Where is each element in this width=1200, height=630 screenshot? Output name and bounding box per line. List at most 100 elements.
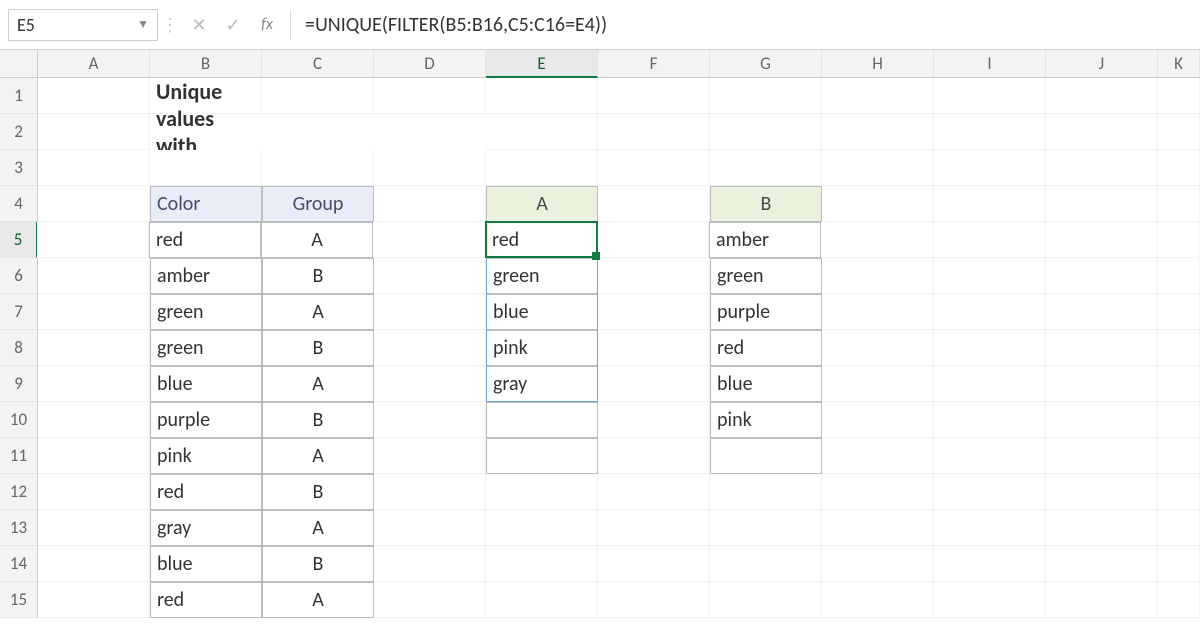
table-row[interactable]: A	[262, 366, 374, 402]
cell[interactable]	[1158, 114, 1200, 150]
cell[interactable]	[38, 546, 150, 582]
cell[interactable]	[934, 114, 1046, 150]
row-header[interactable]: 1	[0, 78, 38, 114]
cell[interactable]	[822, 366, 934, 402]
cell[interactable]	[1158, 438, 1200, 474]
table-row[interactable]	[486, 438, 598, 474]
col-header-e[interactable]: E	[486, 50, 598, 78]
cell[interactable]	[822, 546, 934, 582]
cell[interactable]	[822, 402, 934, 438]
cell[interactable]	[1158, 582, 1200, 618]
cell[interactable]	[262, 114, 374, 150]
table-row[interactable]: red	[485, 222, 597, 258]
cell[interactable]	[934, 438, 1046, 474]
cell[interactable]	[374, 402, 486, 438]
table-header-group[interactable]: Group	[262, 186, 374, 222]
cell[interactable]	[1046, 510, 1158, 546]
cell[interactable]	[374, 294, 486, 330]
table-row[interactable]: green	[710, 258, 822, 294]
cell[interactable]	[598, 366, 710, 402]
cell[interactable]	[38, 438, 150, 474]
cell[interactable]	[710, 510, 822, 546]
cell[interactable]	[38, 510, 150, 546]
cell[interactable]	[1046, 186, 1158, 222]
table-row[interactable]: B	[262, 330, 374, 366]
cell[interactable]	[1046, 474, 1158, 510]
row-header[interactable]: 13	[0, 510, 38, 546]
cell[interactable]	[934, 150, 1046, 186]
table-row[interactable]: B	[262, 546, 374, 582]
table-row[interactable]: A	[262, 438, 374, 474]
table-row[interactable]: red	[149, 222, 261, 258]
cell[interactable]	[934, 474, 1046, 510]
cell[interactable]	[822, 438, 934, 474]
table-row[interactable]: A	[262, 510, 374, 546]
cell[interactable]	[934, 186, 1046, 222]
cell[interactable]	[38, 330, 150, 366]
cell[interactable]	[486, 510, 598, 546]
cell[interactable]	[374, 114, 486, 150]
cell[interactable]	[598, 330, 710, 366]
cell[interactable]	[38, 474, 150, 510]
cell[interactable]	[38, 258, 150, 294]
cell[interactable]	[822, 582, 934, 618]
table-row[interactable]: red	[710, 330, 822, 366]
cell[interactable]	[1046, 582, 1158, 618]
fx-icon[interactable]: fx	[250, 15, 284, 34]
cell[interactable]	[598, 438, 710, 474]
row-header[interactable]: 8	[0, 330, 38, 366]
cell[interactable]	[598, 546, 710, 582]
table-row[interactable]: pink	[486, 330, 598, 366]
cell[interactable]	[710, 78, 822, 114]
cell[interactable]	[486, 474, 598, 510]
cell[interactable]	[1158, 186, 1200, 222]
cell[interactable]	[1157, 222, 1199, 258]
cell[interactable]	[1046, 438, 1158, 474]
cell[interactable]	[486, 582, 598, 618]
cell[interactable]	[1158, 474, 1200, 510]
row-header[interactable]: 4	[0, 186, 38, 222]
name-box-dropdown-icon[interactable]: ▼	[137, 17, 149, 32]
cell[interactable]	[598, 78, 710, 114]
cell[interactable]	[374, 150, 486, 186]
cell[interactable]	[822, 186, 934, 222]
cell[interactable]	[598, 474, 710, 510]
cell[interactable]	[1158, 150, 1200, 186]
cell[interactable]	[598, 294, 710, 330]
table-row[interactable]: pink	[150, 438, 262, 474]
row-header[interactable]: 15	[0, 582, 38, 618]
col-header-k[interactable]: K	[1158, 50, 1200, 77]
cell[interactable]	[710, 150, 822, 186]
col-header-f[interactable]: F	[598, 50, 710, 77]
cell[interactable]	[37, 222, 149, 258]
cell[interactable]	[822, 114, 934, 150]
col-header-i[interactable]: I	[934, 50, 1046, 77]
cell[interactable]	[934, 330, 1046, 366]
row-header[interactable]: 2	[0, 114, 38, 150]
cell[interactable]	[598, 186, 710, 222]
cell[interactable]	[822, 78, 934, 114]
cell[interactable]	[934, 402, 1046, 438]
row-header[interactable]: 5	[0, 222, 38, 258]
table-row[interactable]: B	[262, 402, 374, 438]
cell[interactable]	[373, 222, 485, 258]
table-row[interactable]: B	[262, 474, 374, 510]
table-row[interactable]: A	[262, 294, 374, 330]
cell[interactable]	[38, 78, 150, 114]
col-header-g[interactable]: G	[710, 50, 822, 77]
cell[interactable]	[934, 78, 1046, 114]
cell[interactable]	[822, 294, 934, 330]
table-row[interactable]	[486, 402, 598, 438]
cell[interactable]	[486, 150, 598, 186]
cell[interactable]	[1046, 78, 1158, 114]
cell[interactable]	[1046, 294, 1158, 330]
row-header[interactable]: 14	[0, 546, 38, 582]
cell[interactable]	[1158, 330, 1200, 366]
table-row[interactable]: red	[150, 582, 262, 618]
cell[interactable]	[710, 582, 822, 618]
cell[interactable]	[710, 474, 822, 510]
name-box[interactable]: E5 ▼	[8, 9, 158, 41]
cell[interactable]	[1158, 366, 1200, 402]
cell[interactable]	[1158, 78, 1200, 114]
table-row[interactable]: red	[150, 474, 262, 510]
